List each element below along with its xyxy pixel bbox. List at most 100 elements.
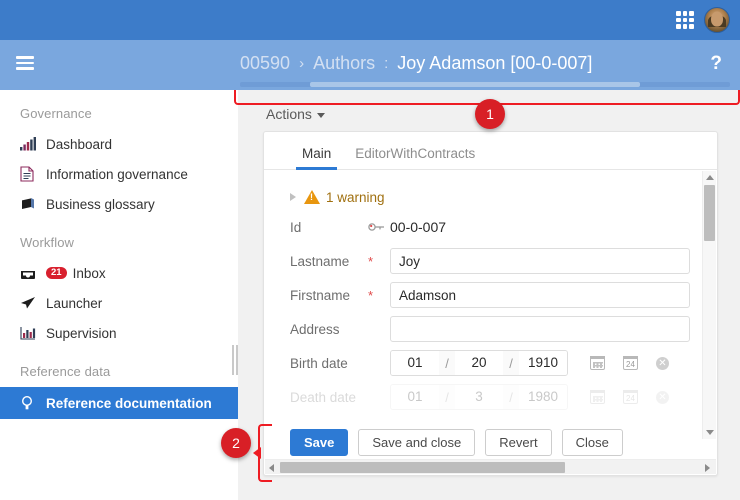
sidebar-item-dashboard[interactable]: Dashboard	[0, 129, 238, 159]
sidebar-group-title-reference-data: Reference data	[20, 364, 111, 379]
death-date-tools: 24 ✕	[589, 389, 669, 404]
field-label-address: Address	[290, 321, 340, 337]
field-label-birth-date: Birth date	[290, 355, 348, 371]
save-button[interactable]: Save	[290, 429, 349, 456]
triangle-right-icon[interactable]	[290, 193, 296, 201]
death-date-day[interactable]: 3	[455, 385, 503, 409]
sidebar-item-information-governance[interactable]: Information governance	[0, 159, 238, 189]
birth-date-year[interactable]: 1910	[519, 351, 567, 375]
calendar-24-icon[interactable]: 24	[622, 389, 639, 404]
document-icon	[20, 166, 46, 182]
date-slash: /	[509, 389, 513, 405]
field-row-firstname: Firstname *	[264, 278, 703, 312]
warning-triangle-icon	[304, 190, 320, 204]
apps-grid-icon[interactable]	[676, 11, 694, 29]
annotation-marker-1: 1	[475, 99, 505, 129]
field-label-lastname: Lastname	[290, 253, 350, 269]
sidebar-item-label: Supervision	[46, 325, 117, 341]
breadcrumb-scrollbar[interactable]	[240, 82, 730, 87]
help-icon[interactable]: ?	[710, 53, 722, 75]
birth-date-month[interactable]: 01	[391, 351, 439, 375]
field-label-firstname: Firstname	[290, 287, 351, 303]
user-avatar[interactable]	[704, 7, 730, 33]
sidebar-item-reference-documentation[interactable]: Reference documentation	[0, 387, 238, 419]
hamburger-menu-icon[interactable]	[16, 56, 34, 70]
address-input[interactable]	[390, 316, 690, 342]
field-label-id: Id	[290, 219, 302, 235]
actions-menu-label: Actions	[266, 106, 312, 122]
sidebar-group-title-workflow: Workflow	[20, 235, 75, 250]
clear-circle-icon[interactable]: ✕	[656, 390, 669, 404]
required-marker: *	[368, 287, 374, 303]
sidebar-item-label: Business glossary	[46, 196, 155, 212]
calendar-icon[interactable]	[589, 355, 606, 370]
firstname-input[interactable]	[390, 282, 690, 308]
horizontal-scrollbar-thumb[interactable]	[280, 462, 565, 473]
breadcrumb-colon: :	[384, 54, 389, 72]
save-and-close-button[interactable]: Save and close	[358, 429, 476, 456]
sidebar-item-business-glossary[interactable]: Business glossary	[0, 189, 238, 219]
paper-plane-icon	[20, 296, 46, 310]
date-slash: /	[509, 355, 513, 371]
date-slash: /	[445, 389, 449, 405]
scroll-left-icon[interactable]	[269, 464, 274, 472]
application-window: 00590 › Authors : Joy Adamson [00-0-007]…	[0, 0, 740, 500]
breadcrumb-bar: 00590 › Authors : Joy Adamson [00-0-007]…	[0, 40, 740, 90]
sidebar-item-label: Dashboard	[46, 136, 113, 152]
date-slash: /	[445, 355, 449, 371]
breadcrumb-item-id[interactable]: 00590	[240, 53, 290, 74]
inbox-tray-icon	[20, 267, 46, 280]
warning-row[interactable]: 1 warning	[264, 184, 703, 210]
entity-form: 1 warning Id 00-0-007	[264, 170, 703, 414]
close-button[interactable]: Close	[561, 429, 623, 456]
primary-key-icon	[368, 221, 390, 233]
tab-main[interactable]: Main	[290, 146, 343, 170]
field-label-death-date: Death date	[290, 389, 357, 405]
bar-chart-icon	[20, 326, 46, 340]
sidebar-item-label: Launcher	[46, 295, 103, 311]
calendar-icon[interactable]	[589, 389, 606, 404]
form-horizontal-scrollbar[interactable]	[265, 459, 716, 474]
scroll-right-icon[interactable]	[705, 464, 710, 472]
revert-button[interactable]: Revert	[485, 429, 552, 456]
calendar-24-icon[interactable]: 24	[622, 355, 639, 370]
birth-date-input-group[interactable]: 01 / 20 / 1910	[390, 350, 568, 376]
sidebar-item-label: Reference documentation	[46, 395, 212, 411]
field-row-lastname: Lastname *	[264, 244, 703, 278]
death-date-month[interactable]: 01	[391, 385, 439, 409]
form-scroll-area: 1 warning Id 00-0-007	[264, 170, 717, 476]
tab-editorwithcontracts[interactable]: EditorWithContracts	[343, 146, 487, 169]
field-row-address: Address	[264, 312, 703, 346]
death-date-input-group[interactable]: 01 / 3 / 1980	[390, 384, 568, 410]
sidebar-item-supervision[interactable]: Supervision	[0, 318, 238, 348]
scroll-down-icon[interactable]	[706, 430, 714, 435]
sidebar-group-title-governance: Governance	[20, 106, 92, 121]
field-row-death-date: Death date 01 / 3 / 1980 24 ✕	[264, 380, 703, 414]
sidebar: Governance Dashboard Information governa…	[0, 90, 238, 500]
field-row-birth-date: Birth date 01 / 20 / 1910 24 ✕	[264, 346, 703, 380]
vertical-scrollbar-thumb[interactable]	[704, 185, 715, 241]
scroll-up-icon[interactable]	[706, 175, 714, 180]
inbox-badge: 21	[46, 266, 67, 280]
required-marker: *	[368, 253, 374, 269]
tab-bar: Main EditorWithContracts	[264, 132, 717, 170]
top-app-bar	[0, 0, 740, 40]
sidebar-item-launcher[interactable]: Launcher	[0, 288, 238, 318]
sidebar-item-label: Inbox	[72, 265, 106, 281]
editor-card: Main EditorWithContracts 1 warning Id	[263, 131, 718, 476]
death-date-year[interactable]: 1980	[519, 385, 567, 409]
main-content: Actions Main EditorWithContracts 1 warni…	[238, 90, 740, 500]
form-vertical-scrollbar[interactable]	[702, 171, 716, 439]
warning-text: 1 warning	[326, 189, 385, 205]
breadcrumb-scrollbar-thumb[interactable]	[310, 82, 640, 87]
actions-menu-button[interactable]: Actions	[266, 106, 325, 122]
lightbulb-icon	[20, 395, 46, 411]
form-button-bar: Save Save and close Revert Close	[264, 429, 704, 456]
sidebar-item-inbox[interactable]: 21 Inbox	[0, 258, 238, 288]
avatar-face	[711, 11, 723, 27]
field-value-id: 00-0-007	[390, 219, 447, 235]
clear-circle-icon[interactable]: ✕	[656, 356, 669, 370]
birth-date-day[interactable]: 20	[455, 351, 503, 375]
breadcrumb-item-entity[interactable]: Authors	[313, 53, 375, 74]
lastname-input[interactable]	[390, 248, 690, 274]
